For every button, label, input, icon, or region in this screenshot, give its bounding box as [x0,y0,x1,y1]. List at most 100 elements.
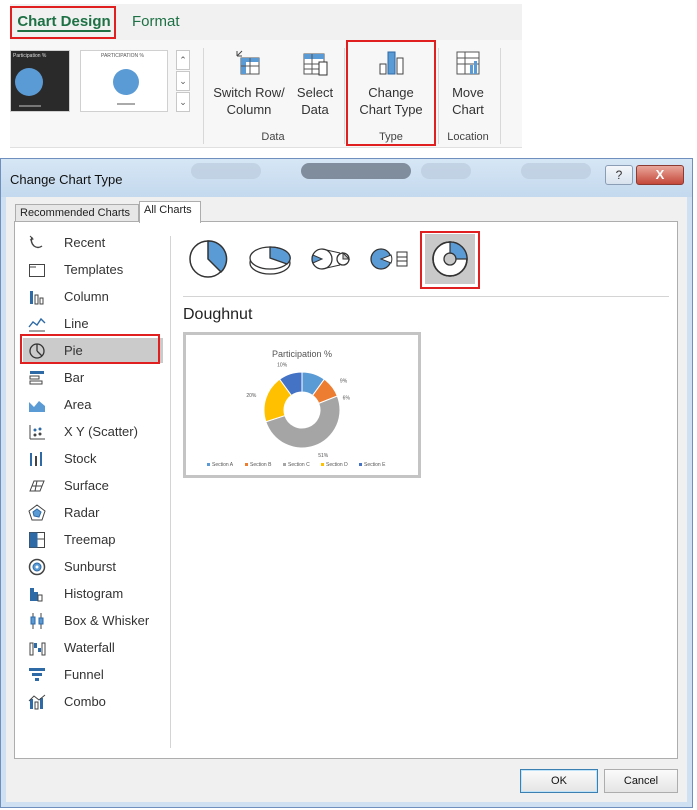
chart-style-thumbnail[interactable]: PARTICIPATION % [80,50,168,112]
data-label: 10% [277,362,288,368]
waterfall-chart-icon [29,642,46,656]
highlight-box-doughnut [420,231,480,289]
subtype-bar-of-pie[interactable] [365,234,415,284]
chart-type-label: Box & Whisker [64,613,150,628]
chart-type-scatter[interactable]: X Y (Scatter) [23,419,163,444]
chart-type-label: Stock [64,451,97,466]
chart-type-label: Area [64,397,92,412]
gallery-scroll-buttons: ⌃ ⌄ ⌄ [176,50,190,112]
chart-type-combo[interactable]: Combo [23,689,163,714]
chart-type-surface[interactable]: Surface [23,473,163,498]
select-data-label-1: Select [296,85,334,100]
data-label: 51% [318,453,329,459]
thumbnail-pie [15,68,43,96]
chart-subtype-row [183,231,483,289]
move-chart-button[interactable]: Move Chart [442,44,494,124]
background-ghost [521,163,591,179]
legend-swatch [207,463,210,466]
pie-subtype-icon [189,240,228,278]
chart-title: Participation % [272,349,332,359]
funnel-chart-icon [29,668,45,681]
sunburst-chart-icon [28,558,46,576]
dialog-titlebar[interactable]: Change Chart Type ? X [1,159,692,197]
chart-type-label: X Y (Scatter) [64,424,138,439]
selected-chart-type-name: Doughnut [183,306,253,323]
chart-type-label: Surface [64,478,109,493]
thumbnail-legend [117,103,135,105]
gallery-scroll-down-button[interactable]: ⌄ [176,71,190,91]
chart-type-recent[interactable]: Recent [23,230,163,255]
select-data-label-2: Data [301,102,329,117]
chart-type-stock[interactable]: Stock [23,446,163,471]
column-chart-icon [30,291,44,305]
background-ghost [301,163,411,179]
chart-type-funnel[interactable]: Funnel [23,662,163,687]
chart-type-label: Templates [64,262,124,277]
chart-type-label: Column [64,289,109,304]
chart-type-templates[interactable]: Templates [23,257,163,282]
chart-type-treemap[interactable]: Treemap [23,527,163,552]
legend-swatch [359,463,362,466]
recent-icon [29,235,43,249]
ok-button[interactable]: OK [520,769,598,793]
chart-type-line[interactable]: Line [23,311,163,336]
list-separator [170,236,171,748]
chart-type-waterfall[interactable]: Waterfall [23,635,163,660]
surface-chart-icon [29,480,45,492]
chart-type-sunburst[interactable]: Sunburst [23,554,163,579]
switch-row-column-label-1: Switch Row/ [213,85,285,100]
chart-type-column[interactable]: Column [23,284,163,309]
legend-entry: Section C [288,462,310,468]
legend-entry: Section A [212,462,234,468]
chart-type-box-whisker[interactable]: Box & Whisker [23,608,163,633]
switch-row-column-button[interactable]: Switch Row/ Column [208,44,290,124]
radar-chart-icon [28,504,46,521]
chart-preview[interactable]: Participation % 9% 51% 20% 10% 6% Section A S… [183,332,421,478]
gallery-more-button[interactable]: ⌄ [176,92,190,112]
chart-type-label: Line [64,316,89,331]
subtype-pie[interactable] [183,234,233,284]
highlight-box-pie [20,334,160,364]
pie-of-pie-subtype-icon [311,248,351,270]
chart-type-histogram[interactable]: Histogram [23,581,163,606]
bar-of-pie-subtype-icon [370,248,408,270]
chart-style-thumbnail[interactable]: Participation % [10,50,70,112]
select-data-button[interactable]: Select Data [292,44,338,124]
chart-type-label: Bar [64,370,85,385]
ribbon-tab-bar: Chart Design Format [10,4,522,40]
doughnut-chart: Participation % 9% 51% 20% 10% 6% Section A S… [186,335,418,475]
cancel-button[interactable]: Cancel [604,769,678,793]
subtype-pie-of-pie[interactable] [305,234,355,284]
chart-type-label: Radar [64,505,100,520]
legend-entry: Section B [250,462,272,468]
box-whisker-chart-icon [30,613,44,629]
legend-entry: Section E [364,462,386,468]
templates-icon [29,264,45,277]
group-separator [203,48,204,144]
tab-all-charts[interactable]: All Charts [139,201,201,223]
move-chart-icon [456,51,480,75]
chart-type-radar[interactable]: Radar [23,500,163,525]
switch-row-column-label-2: Column [226,102,272,117]
dialog-client-area: Recommended Charts All Charts Recent Tem… [6,197,687,802]
gallery-scroll-up-button[interactable]: ⌃ [176,50,190,70]
all-charts-panel: Recent Templates Column Line Pie Bar Are… [14,221,678,759]
data-label: 20% [246,393,257,399]
chart-type-bar[interactable]: Bar [23,365,163,390]
close-button[interactable]: X [636,165,684,185]
move-chart-label-1: Move [452,85,484,100]
switch-row-column-icon [236,50,260,75]
treemap-chart-icon [29,532,45,548]
data-label: 6% [343,396,351,402]
tab-format[interactable]: Format [132,9,182,37]
stock-chart-icon [30,452,42,466]
legend-swatch [283,463,286,466]
thumbnail-legend [19,105,41,107]
subtype-3d-pie[interactable] [245,234,295,284]
help-button[interactable]: ? [605,165,633,185]
legend-entry: Section D [326,462,348,468]
background-ghost [421,163,471,179]
chart-type-area[interactable]: Area [23,392,163,417]
tab-recommended-charts[interactable]: Recommended Charts [15,204,139,222]
group-label-type: Type [379,131,403,143]
